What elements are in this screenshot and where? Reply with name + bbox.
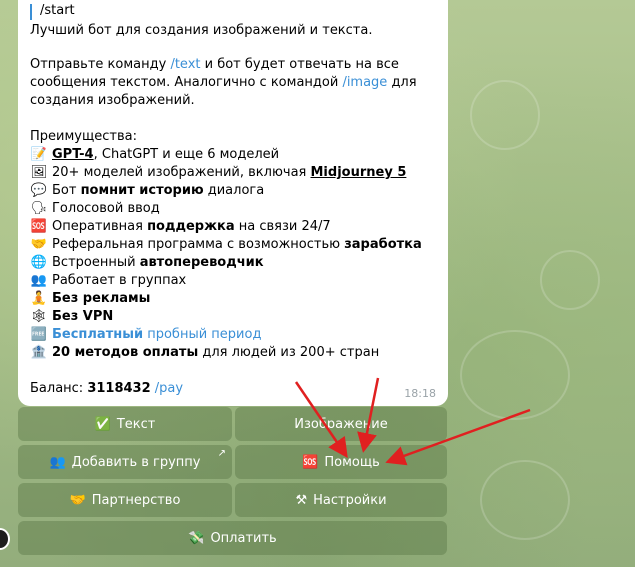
paragraph-line: Отправьте команду /text и бот будет отве…	[30, 56, 399, 74]
help-button-label: Помощь	[324, 454, 380, 470]
feature-text: для людей из 200+ стран	[198, 345, 380, 360]
settings-label: Настройки	[313, 492, 387, 508]
feature-text: Оперативная	[52, 219, 148, 234]
image-button[interactable]: Изображение	[235, 407, 447, 441]
feature-bold: автопереводчик	[139, 255, 264, 270]
bot-message-bubble: /start Лучший бот для создания изображен…	[18, 0, 448, 406]
background-doodle	[470, 80, 540, 150]
command-link-image[interactable]: /image	[342, 75, 387, 90]
partnership-label: Партнерство	[91, 492, 181, 508]
web-icon: 🕸	[30, 309, 48, 324]
text-fragment: для	[387, 75, 417, 90]
feature-text: на связи 24/7	[234, 219, 331, 234]
handshake-icon: 🤝	[69, 492, 86, 508]
bank-icon: 🏦	[30, 345, 48, 360]
text-fragment: Отправьте команду	[30, 57, 171, 72]
picture-icon: 🖼	[30, 165, 48, 180]
feature-bold: Midjourney 5	[310, 165, 407, 180]
background-doodle	[460, 330, 570, 420]
text-fragment: сообщения текстом. Аналогично с командой	[30, 75, 343, 90]
people-icon: 👥	[49, 454, 66, 470]
feature-row: 👥 Работает в группах	[30, 272, 186, 290]
text-button[interactable]: ✅ Текст	[18, 407, 232, 441]
pay-button[interactable]: 💸 Оплатить	[18, 521, 447, 555]
add-to-group-button[interactable]: 👥 Добавить в группу ↗	[18, 445, 232, 479]
balance-label: Баланс:	[30, 381, 88, 396]
balance-line: Баланс: 3118432 /pay	[30, 380, 183, 398]
text-button-label: Текст	[116, 416, 156, 432]
feature-text: Бот	[52, 183, 81, 198]
feature-row: 🗣 Голосовой ввод	[30, 200, 160, 218]
partnership-button[interactable]: 🤝 Партнерство	[18, 483, 232, 517]
sos-icon: 🆘	[302, 454, 319, 470]
feature-row: 🌐 Встроенный автопереводчик	[30, 254, 264, 272]
add-to-group-label: Добавить в группу	[71, 454, 201, 470]
feature-row: 🆓 Бесплатный пробный период	[30, 326, 262, 344]
feature-row: 💬 Бот помнит историю диалога	[30, 182, 264, 200]
pay-button-label: Оплатить	[210, 530, 277, 546]
balance-value: 3118432	[87, 381, 151, 396]
feature-text: диалога	[203, 183, 265, 198]
command-link-text[interactable]: /text	[170, 57, 200, 72]
feature-bold: GPT-4	[52, 147, 94, 162]
feature-bold: Без рекламы	[52, 291, 151, 306]
feature-link[interactable]: пробный период	[143, 327, 261, 342]
feature-text: Встроенный	[52, 255, 140, 270]
intro-text: Лучший бот для создания изображений и те…	[30, 23, 373, 38]
feature-row: 🤝 Реферальная программа с возможностью за…	[30, 236, 422, 254]
paragraph-line: создания изображений.	[30, 93, 195, 108]
image-button-label: Изображение	[294, 416, 388, 432]
feature-text: , ChatGPT и еще 6 моделей	[93, 147, 280, 162]
message-time: 18:18	[404, 387, 436, 400]
scroll-button[interactable]	[0, 528, 10, 550]
feature-bold-link[interactable]: Бесплатный	[52, 327, 143, 342]
sos-icon: 🆘	[30, 219, 48, 234]
feature-text: 20+ моделей изображений, включая	[52, 165, 311, 180]
check-icon: ✅	[94, 416, 111, 432]
feature-row: 🆘 Оперативная поддержка на связи 24/7	[30, 218, 331, 236]
feature-row: 🖼 20+ моделей изображений, включая Midjou…	[30, 164, 407, 182]
feature-row: 🕸 Без VPN	[30, 308, 114, 326]
feature-row: 📝 GPT-4, ChatGPT и еще 6 моделей	[30, 146, 279, 164]
speech-bubble-icon: 💬	[30, 183, 48, 198]
memo-icon: 📝	[30, 147, 48, 162]
feature-bold: 20 методов оплаты	[52, 345, 199, 360]
reply-quote[interactable]: /start	[30, 4, 436, 20]
feature-row: 🧘 Без рекламы	[30, 290, 151, 308]
globe-icon: 🌐	[30, 255, 48, 270]
meditation-icon: 🧘	[30, 291, 48, 306]
tools-icon: ⚒	[295, 492, 308, 508]
speaking-head-icon: 🗣	[30, 201, 48, 216]
settings-button[interactable]: ⚒ Настройки	[235, 483, 447, 517]
help-button[interactable]: 🆘 Помощь	[235, 445, 447, 479]
feature-row: 🏦 20 методов оплаты для людей из 200+ стр…	[30, 344, 379, 362]
feature-text: Реферальная программа с возможностью	[52, 237, 345, 252]
paragraph-line: сообщения текстом. Аналогично с командой…	[30, 74, 417, 92]
reply-command: /start	[40, 3, 75, 18]
feature-bold: заработка	[344, 237, 422, 252]
feature-text: Голосовой ввод	[52, 201, 160, 216]
text-fragment: и бот будет отвечать на все	[200, 57, 399, 72]
background-doodle	[540, 250, 600, 310]
pay-command-link[interactable]: /pay	[151, 381, 183, 396]
feature-text: Работает в группах	[52, 273, 187, 288]
feature-bold: помнит историю	[80, 183, 204, 198]
people-icon: 👥	[30, 273, 48, 288]
free-icon: 🆓	[30, 327, 48, 342]
external-arrow-icon: ↗	[217, 448, 226, 459]
handshake-icon: 🤝	[30, 237, 48, 252]
advantages-title: Преимущества:	[30, 129, 137, 144]
feature-bold: Без VPN	[52, 309, 114, 324]
money-icon: 💸	[188, 530, 205, 546]
background-doodle	[480, 460, 570, 540]
feature-bold: поддержка	[147, 219, 235, 234]
